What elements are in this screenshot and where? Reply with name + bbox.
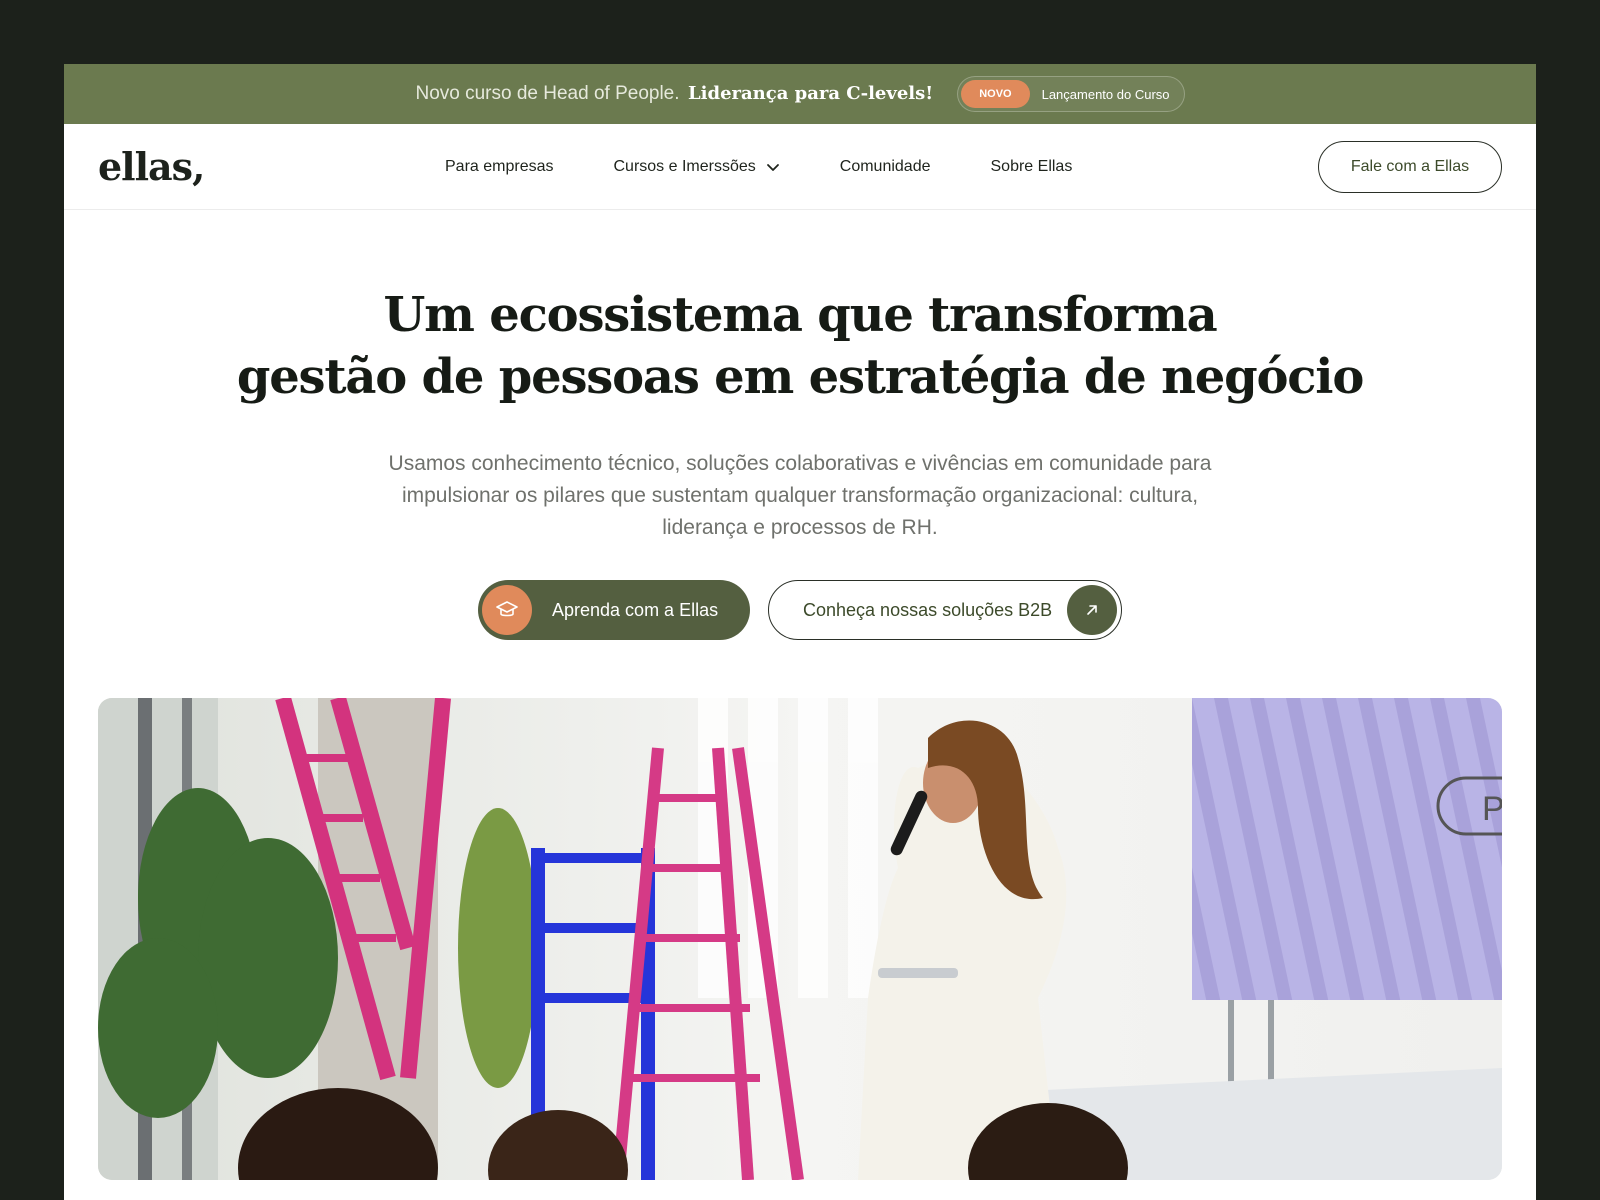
course-launch-label: Lançamento do Curso bbox=[1041, 86, 1170, 102]
graduation-cap-icon bbox=[482, 585, 532, 635]
nav-item-comunidade[interactable]: Comunidade bbox=[840, 158, 931, 176]
ellas-logo[interactable]: ellas, bbox=[98, 144, 205, 189]
b2b-solutions-button[interactable]: Conheça nossas soluções B2B bbox=[768, 580, 1122, 640]
course-launch-link[interactable]: NOVO Lançamento do Curso bbox=[957, 76, 1185, 112]
announcement-bar: Novo curso de Head of People. Liderança … bbox=[64, 64, 1536, 124]
nav-item-para-empresas[interactable]: Para empresas bbox=[445, 158, 554, 176]
hero-headline: Um ecossistema que transforma gestão de … bbox=[64, 284, 1536, 408]
b2b-button-label: Conheça nossas soluções B2B bbox=[803, 599, 1053, 620]
hero-subtitle: Usamos conhecimento técnico, soluções co… bbox=[388, 452, 1212, 539]
announcement-highlight: Liderança para C-levels! bbox=[687, 83, 934, 104]
learn-button[interactable]: Aprenda com a Ellas bbox=[478, 580, 750, 640]
nav-item-cursos[interactable]: Cursos e Imerssões bbox=[614, 158, 780, 176]
nav-item-label: Sobre Ellas bbox=[990, 158, 1073, 175]
announcement-message: Novo curso de Head of People. Liderança … bbox=[415, 83, 933, 105]
main-menu: Para empresas Cursos e Imerssões Comunid… bbox=[445, 124, 1072, 210]
hero-illustration: P bbox=[98, 698, 1502, 1180]
contact-button[interactable]: Fale com a Ellas bbox=[1318, 141, 1502, 193]
arrow-up-right-icon bbox=[1067, 585, 1117, 635]
contact-button-label: Fale com a Ellas bbox=[1350, 158, 1470, 175]
announcement-text: Novo curso de Head of People. bbox=[415, 83, 680, 104]
page-frame: Novo curso de Head of People. Liderança … bbox=[64, 64, 1536, 1200]
nav-item-label: Cursos e Imerssões bbox=[613, 158, 756, 175]
nav-item-sobre-ellas[interactable]: Sobre Ellas bbox=[991, 158, 1073, 176]
headline-line-1: Um ecossistema que transforma bbox=[383, 287, 1218, 343]
nav-item-label: Comunidade bbox=[839, 158, 931, 175]
hero-photo: P bbox=[98, 698, 1502, 1180]
screen-text: P bbox=[1482, 790, 1502, 828]
hero-section: Um ecossistema que transforma gestão de … bbox=[64, 284, 1536, 640]
top-navigation: ellas, Para empresas Cursos e Imerssões … bbox=[64, 124, 1536, 210]
hero-actions: Aprenda com a Ellas Conheça nossas soluç… bbox=[64, 580, 1536, 640]
headline-line-2: gestão de pessoas em estratégia de negóc… bbox=[236, 349, 1365, 405]
chevron-down-icon bbox=[766, 164, 779, 171]
nav-item-label: Para empresas bbox=[445, 158, 554, 175]
new-badge: NOVO bbox=[961, 80, 1030, 108]
learn-button-label: Aprenda com a Ellas bbox=[552, 599, 719, 620]
